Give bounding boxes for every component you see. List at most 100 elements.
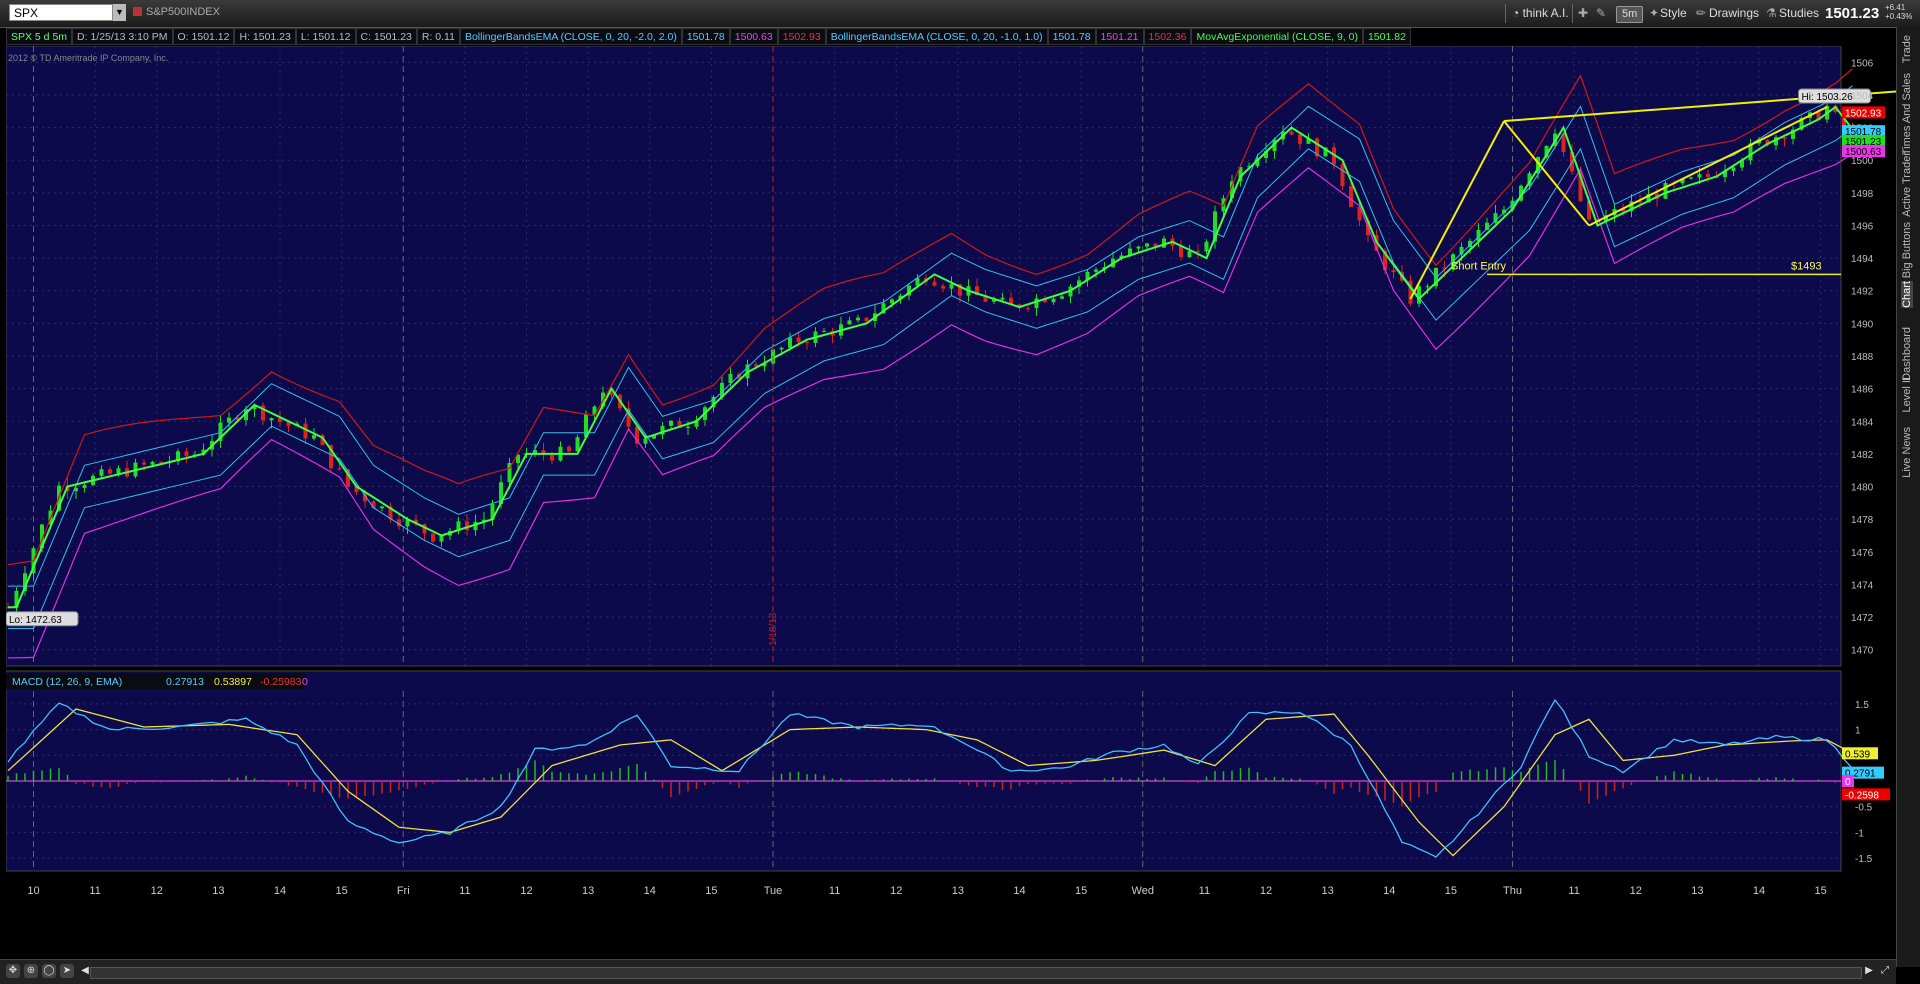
- macd-signal-value: 0.53897: [214, 676, 252, 688]
- flask-icon[interactable]: ⚗: [1766, 4, 1777, 23]
- candle-body: [1349, 186, 1353, 207]
- time-tick-label: 12: [1630, 885, 1642, 897]
- time-tick-label: Tue: [764, 885, 783, 897]
- candle-body: [108, 469, 112, 474]
- time-tick-label: 13: [212, 885, 224, 897]
- candle-body: [669, 420, 673, 426]
- macd-tick-label: 1.5: [1855, 700, 1869, 711]
- candle-body: [1289, 131, 1294, 135]
- time-tick-label: 14: [1383, 885, 1395, 897]
- price-tick-label: 1480: [1851, 483, 1874, 494]
- open-label: O: 1501.12: [172, 28, 235, 45]
- pencil-icon[interactable]: ✏: [1696, 4, 1706, 23]
- symbol-description-text: S&P500INDEX: [146, 6, 220, 18]
- time-tick-label: 11: [1199, 885, 1210, 897]
- side-tab-dashboard[interactable]: Dashboard: [1901, 327, 1913, 381]
- macd-label[interactable]: MACD (12, 26, 9, EMA): [12, 676, 122, 688]
- macd-tag: 0.539: [1845, 749, 1870, 760]
- candle-body: [1136, 246, 1141, 249]
- candle-body: [1706, 174, 1710, 177]
- time-tick-label: 10: [27, 885, 39, 897]
- symbol-input[interactable]: SPX: [9, 4, 113, 21]
- side-tabs: Trade Times And Sales Active Trader Big But…: [1896, 27, 1920, 967]
- candle-body: [728, 373, 733, 383]
- price-pane[interactable]: [6, 46, 1842, 667]
- style-icon[interactable]: ✦: [1649, 4, 1659, 23]
- time-tick-label: Wed: [1132, 885, 1154, 897]
- scroll-right-icon[interactable]: ▶: [1862, 964, 1876, 978]
- price-tick-label: 1504: [1851, 91, 1874, 102]
- bottom-toolbar: ✥ ⊕ ◯ ➤ ◀ ▶ ⤢: [0, 959, 1896, 984]
- candle-body: [312, 435, 316, 439]
- time-tick-label: 13: [952, 885, 964, 897]
- candle-body: [643, 438, 648, 444]
- price-tick-label: 1482: [1851, 450, 1874, 461]
- price-tag: 1500.63: [1845, 147, 1882, 158]
- chart-area[interactable]: 2012 © TD Ameritrade IP Company, Inc. 1/…: [6, 46, 1896, 958]
- time-tick-label: 12: [151, 885, 163, 897]
- date-label: D: 1/25/13 3:10 PM: [72, 28, 173, 45]
- think-ai-button[interactable]: ◔ think A.I.: [1512, 4, 1569, 23]
- candle-body: [1204, 241, 1209, 252]
- macd-axis: 1.510.5-0.5-1-1.50.5390.27910-0.2598: [1842, 700, 1890, 865]
- price-axis: 1470 1472 1474 1476 1478 1480 1482 1484 1486 1488…: [1842, 58, 1885, 657]
- candle-body: [686, 426, 690, 429]
- style-button[interactable]: Style: [1660, 4, 1687, 23]
- candle-body: [1196, 251, 1200, 253]
- expand-icon[interactable]: ⤢: [1878, 964, 1892, 978]
- drawing-tool-icon[interactable]: ◯: [42, 964, 56, 978]
- candle-body: [1298, 134, 1302, 144]
- drawings-button[interactable]: Drawings: [1709, 4, 1759, 23]
- studies-button[interactable]: Studies: [1779, 4, 1819, 23]
- price-tick-label: 1496: [1851, 221, 1874, 232]
- time-axis: 10 11 12 13 14 15 Fri 11 12 13 14 15 Tue 11 12 13 14 15 We…: [27, 885, 1826, 897]
- time-tick-label: 12: [1260, 885, 1272, 897]
- cursor-icon[interactable]: ➤: [60, 964, 74, 978]
- side-tab-trade[interactable]: Trade: [1901, 35, 1913, 63]
- candle-body: [1391, 270, 1396, 273]
- timeframe-button[interactable]: 5m: [1616, 6, 1644, 23]
- candle-body: [941, 285, 945, 289]
- time-tick-label: Fri: [397, 885, 410, 897]
- last-price: 1501.23: [1825, 5, 1880, 22]
- candle-body: [380, 506, 384, 509]
- bb1-label[interactable]: BollingerBandsEMA (CLOSE, 0, 20, -2.0, 2…: [459, 28, 682, 45]
- price-tick-label: 1488: [1851, 352, 1874, 363]
- candle-body: [1689, 177, 1693, 179]
- side-tab-chart[interactable]: Chart: [1901, 281, 1913, 308]
- macd-tick-label: -1.5: [1855, 854, 1873, 865]
- candle-body: [227, 417, 231, 423]
- time-tick-label: 11: [89, 885, 100, 897]
- symbol-dropdown-icon[interactable]: ▼: [113, 4, 126, 21]
- wrench-icon[interactable]: ✎: [1596, 4, 1606, 23]
- time-tick-label: 13: [1322, 885, 1334, 897]
- time-tick-label: 12: [890, 885, 902, 897]
- bb1-upper: 1502.93: [777, 28, 826, 45]
- zoom-icon[interactable]: ⊕: [24, 964, 38, 978]
- time-tick-label: 14: [1753, 885, 1765, 897]
- side-tab-level-ii[interactable]: Level II: [1901, 377, 1913, 412]
- price-tick-label: 1484: [1851, 417, 1874, 428]
- candle-body: [142, 462, 146, 465]
- pan-icon[interactable]: ✥: [6, 964, 20, 978]
- candle-body: [1034, 298, 1039, 309]
- time-tick-label: 11: [459, 885, 470, 897]
- horizontal-scrollbar[interactable]: [90, 967, 1862, 979]
- period-label[interactable]: SPX 5 d 5m: [6, 28, 73, 45]
- candle-body: [465, 521, 469, 531]
- toolbar-separator: [1505, 4, 1506, 23]
- bb2-mid: 1501.78: [1047, 28, 1096, 45]
- candle-body: [847, 320, 852, 325]
- ema-label[interactable]: MovAvgExponential (CLOSE, 9, 0): [1191, 28, 1363, 45]
- side-tab-live-news[interactable]: Live News: [1901, 427, 1913, 478]
- candle-body: [99, 469, 104, 476]
- candle-body: [269, 418, 274, 421]
- side-tab-times-and-sales[interactable]: Times And Sales: [1901, 73, 1913, 155]
- side-tab-active-trader[interactable]: Active Trader: [1901, 152, 1913, 217]
- side-tab-big-buttons[interactable]: Big Buttons: [1901, 222, 1913, 278]
- time-tick-label: 13: [1691, 885, 1703, 897]
- candle-body: [1697, 174, 1702, 178]
- macd-pane[interactable]: [6, 670, 1842, 872]
- crosshair-icon[interactable]: ✚: [1578, 4, 1588, 23]
- bb2-label[interactable]: BollingerBandsEMA (CLOSE, 0, 20, -1.0, 1…: [825, 28, 1048, 45]
